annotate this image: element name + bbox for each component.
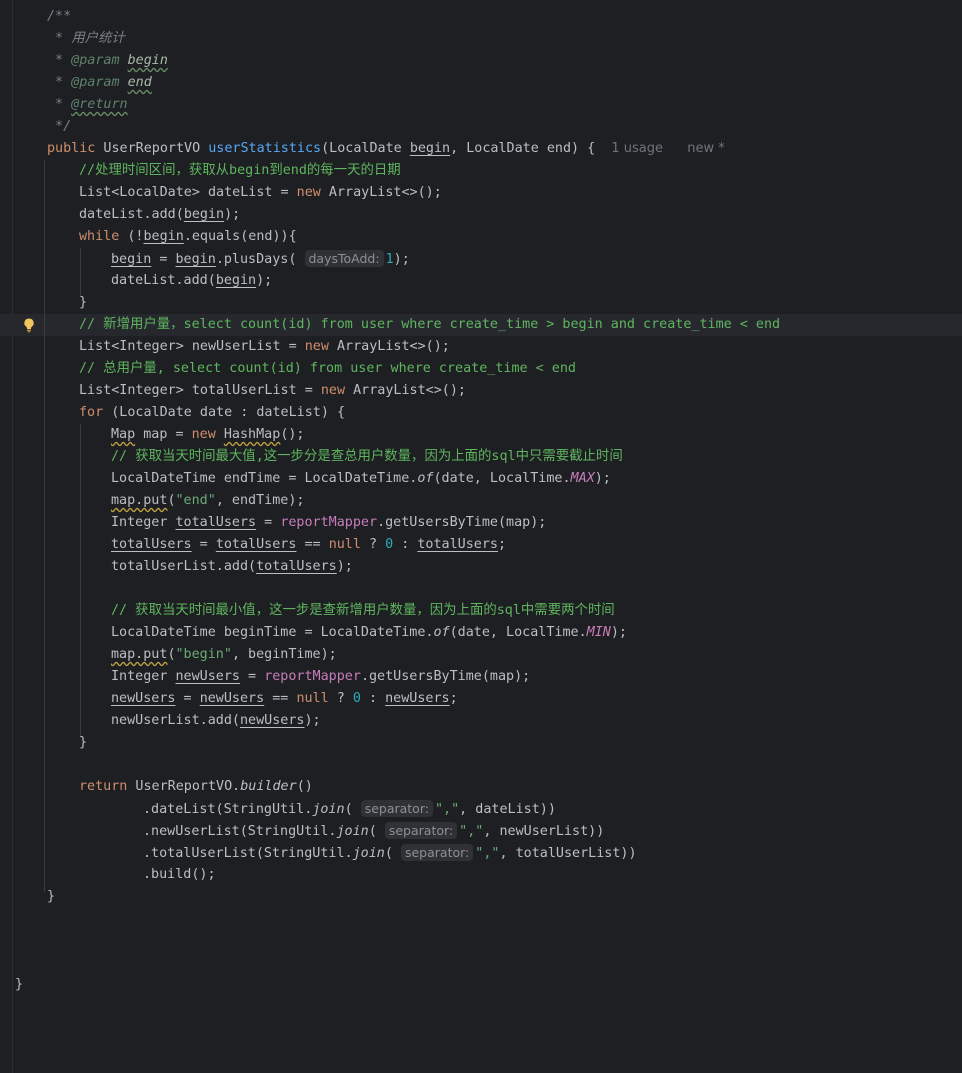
lightbulb-icon[interactable] [21, 317, 37, 333]
code-line: LocalDateTime endTime = LocalDateTime.of… [111, 471, 611, 486]
code-line: while (!begin.equals(end)){ [79, 229, 297, 244]
code-line: totalUsers = totalUsers == null ? 0 : to… [111, 537, 507, 552]
code-line: * @param end [47, 75, 152, 90]
javadoc-return: @return [71, 97, 128, 112]
code-line: List<LocalDate> dateList = new ArrayList… [79, 185, 442, 200]
indent-guide [80, 424, 81, 738]
code-line: .newUserList(StringUtil.join( separator:… [143, 822, 605, 839]
code-line: // 新增用户量，select count(id) from user wher… [79, 314, 780, 336]
code-line: map.put("end", endTime); [111, 493, 305, 508]
code-line: } [47, 889, 56, 904]
code-comment: // 获取当天时间最大值,这一步分是查总用户数量，因为上面的sql中只需要截止时… [111, 449, 623, 464]
usage-count[interactable]: 1 usage [611, 141, 663, 156]
code-line: List<Integer> newUserList = new ArrayLis… [79, 339, 450, 354]
code-line: .dateList(StringUtil.join( separator: ","… [143, 800, 556, 817]
indent-guide [44, 160, 45, 892]
code-line: // 获取当天时间最大值,这一步分是查总用户数量，因为上面的sql中只需要截止时… [111, 446, 623, 468]
javadoc-param: end [127, 75, 152, 90]
code-line: } [79, 735, 88, 750]
method-name[interactable]: userStatistics [208, 141, 321, 156]
code-line: //处理时间区间，获取从begin到end的每一天的日期 [79, 160, 401, 182]
code-line: .totalUserList(StringUtil.join( separato… [143, 844, 637, 861]
code-line: Integer newUsers = reportMapper.getUsers… [111, 669, 531, 684]
gutter-divider [12, 0, 13, 1073]
javadoc-description: 用户统计 [71, 31, 125, 46]
code-line: for (LocalDate date : dateList) { [79, 405, 346, 420]
code-line: Integer totalUsers = reportMapper.getUse… [111, 515, 547, 530]
code-line: * @return [47, 97, 128, 112]
code-line: /** [47, 6, 71, 28]
code-line: // 获取当天时间最小值，这一步是查新增用户数量，因为上面的sql中需要两个时间 [111, 600, 615, 622]
param-hint: separator: [400, 844, 474, 861]
code-line: map.put("begin", beginTime); [111, 647, 337, 662]
code-line: LocalDateTime beginTime = LocalDateTime.… [111, 625, 627, 640]
code-line: */ [47, 119, 72, 134]
param-hint: separator: [360, 800, 433, 817]
code-line: newUsers = newUsers == null ? 0 : newUse… [111, 691, 458, 706]
code-comment: // 总用户量, select count(id) from user wher… [79, 361, 576, 376]
param-hint: separator: [384, 822, 458, 839]
code-line: } [15, 977, 24, 992]
indent-guide [80, 248, 81, 296]
code-line: } [79, 295, 88, 310]
code-line: dateList.add(begin); [111, 273, 273, 288]
code-line: totalUserList.add(totalUsers); [111, 559, 353, 574]
javadoc-open: /** [47, 9, 72, 24]
code-comment: //处理时间区间，获取从begin到end的每一天的日期 [79, 163, 401, 178]
param-hint: daysToAdd: [304, 250, 384, 267]
code-line: * @param begin [47, 53, 168, 68]
javadoc-param: begin [127, 53, 168, 68]
code-comment: // 新增用户量，select count(id) from user wher… [79, 317, 781, 332]
code-line: dateList.add(begin); [79, 207, 241, 222]
code-line: List<Integer> totalUserList = new ArrayL… [79, 383, 466, 398]
code-editor[interactable]: /** * 用户统计 * @param begin * @param end *… [0, 0, 962, 1073]
code-line: begin = begin.plusDays( daysToAdd: 1); [111, 250, 410, 267]
code-line: Map map = new HashMap(); [111, 427, 305, 442]
code-line: * 用户统计 [47, 31, 125, 46]
code-line: newUserList.add(newUsers); [111, 713, 321, 728]
author-mark[interactable]: new * [687, 141, 725, 156]
code-line: // 总用户量, select count(id) from user wher… [79, 358, 576, 380]
code-line: .build(); [143, 867, 216, 882]
method-signature: public UserReportVO userStatistics(Local… [47, 141, 725, 156]
code-comment: // 获取当天时间最小值，这一步是查新增用户数量，因为上面的sql中需要两个时间 [111, 603, 615, 618]
code-line: return UserReportVO.builder() [79, 779, 313, 794]
